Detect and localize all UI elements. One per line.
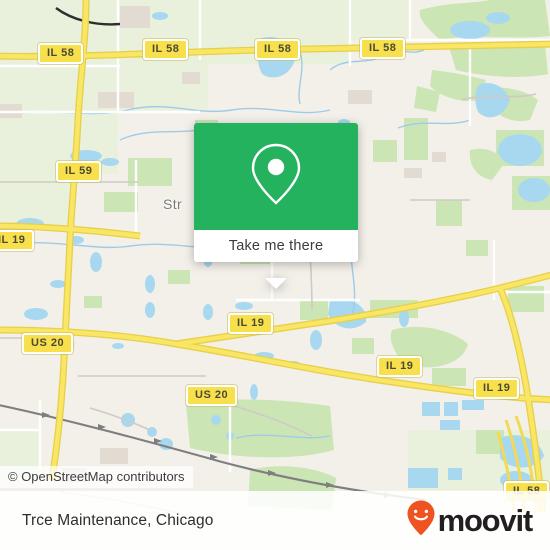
road-shield: IL 19 — [377, 356, 423, 377]
location-title: Trce Maintenance, Chicago — [22, 511, 214, 529]
road-shield: IL 58 — [360, 38, 406, 59]
road-shield: IL 58 — [38, 43, 84, 64]
place-label-streamwood: Str — [163, 196, 183, 212]
road-shield: IL 19 — [474, 378, 520, 399]
take-me-there-label: Take me there — [228, 238, 324, 254]
map-screen: Str IL 58 IL 58 IL 58 IL 58 IL 59 IL 19 … — [0, 0, 550, 550]
destination-callout[interactable]: Take me there — [194, 123, 358, 289]
moovit-logo[interactable]: moovit — [406, 499, 534, 542]
take-me-there-button[interactable]: Take me there — [194, 230, 358, 262]
road-shield: US 20 — [186, 385, 238, 406]
osm-attribution[interactable]: © OpenStreetMap contributors — [0, 466, 193, 488]
moovit-pin-smile-icon — [406, 499, 436, 542]
road-shield: US 20 — [22, 333, 74, 354]
footer-bar: Trce Maintenance, Chicago moovit — [0, 491, 550, 550]
map-pin-icon — [249, 142, 303, 211]
road-shield: IL 19 — [228, 313, 274, 334]
road-shield: IL 59 — [56, 161, 102, 182]
road-shield: IL 58 — [255, 39, 301, 60]
callout-tail — [265, 278, 287, 289]
callout-icon-area — [194, 123, 358, 230]
road-shield: IL 58 — [143, 39, 189, 60]
road-shield: IL 19 — [0, 230, 35, 251]
moovit-wordmark: moovit — [437, 503, 534, 538]
